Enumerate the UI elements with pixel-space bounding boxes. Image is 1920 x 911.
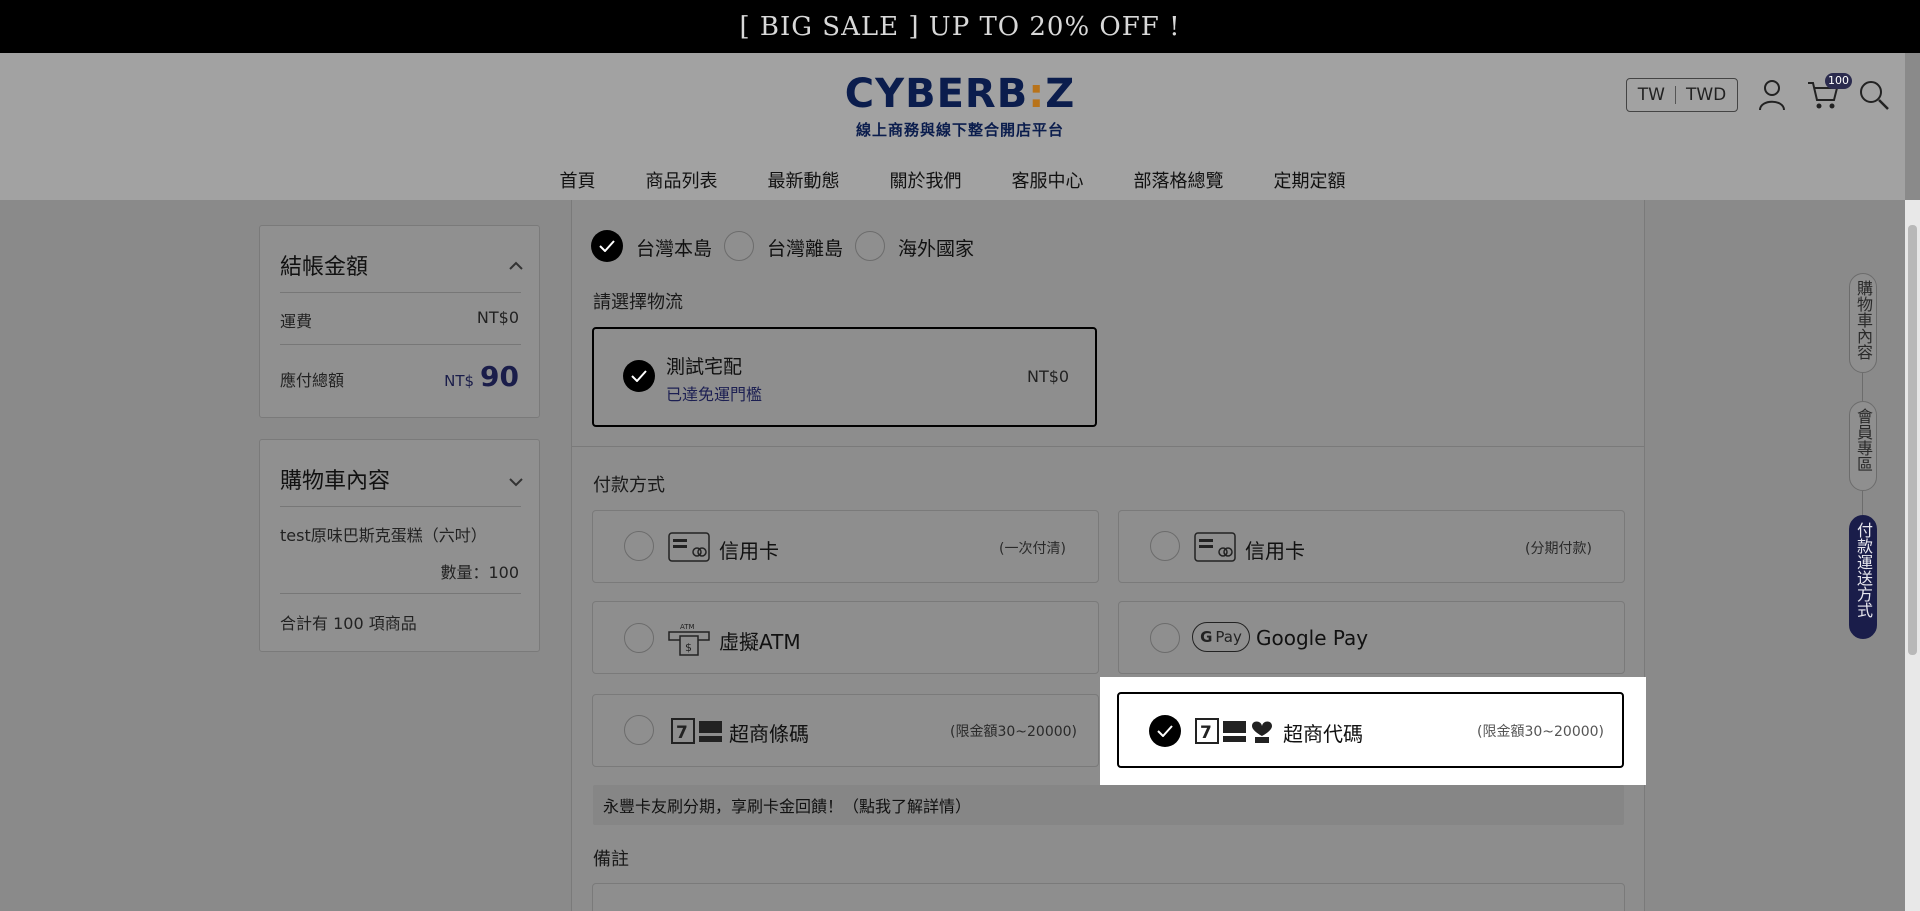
google-pay-icon: G Pay xyxy=(1192,622,1250,652)
svg-text:7: 7 xyxy=(676,723,688,743)
payment-label: 付款方式 xyxy=(593,475,665,496)
remark-textarea[interactable] xyxy=(592,883,1625,911)
cart-item-name: test原味巴斯克蛋糕（六吋） xyxy=(280,526,487,545)
total-currency: NT$ xyxy=(444,372,475,390)
site-header: CYBERB:Z 線上商務與線下整合開店平台 TW TWD 100 首頁 商品列… xyxy=(0,53,1905,200)
payment-note-cvs-code: (限金額30~20000) xyxy=(1477,724,1605,740)
google-g-icon: G xyxy=(1200,628,1213,646)
logistics-option-name: 測試宅配 xyxy=(666,356,743,378)
payment-radio-googlepay[interactable] xyxy=(1150,623,1180,653)
shipping-value: NT$0 xyxy=(476,308,519,327)
nav-item-products[interactable]: 商品列表 xyxy=(621,165,743,199)
logo-tagline: 線上商務與線下整合開店平台 xyxy=(855,121,1064,139)
payment-note-cvs-barcode: (限金額30~20000) xyxy=(950,724,1078,740)
language-currency-selector[interactable]: TW TWD xyxy=(1626,78,1738,112)
promo-text: 永豐卡友刷分期，享刷卡金回饋！（點我了解詳情） xyxy=(603,797,972,816)
payment-radio-cvs-barcode[interactable] xyxy=(624,715,654,745)
credit-card-icon xyxy=(668,532,710,566)
side-tab-member[interactable]: 會員專區 xyxy=(1849,401,1877,491)
total-label: 應付總額 xyxy=(280,371,345,390)
atm-icon: ATM $ xyxy=(668,622,710,660)
region-label-islands: 台灣離島 xyxy=(767,238,844,260)
currency-label: TWD xyxy=(1685,85,1727,105)
cart-icon[interactable]: 100 xyxy=(1805,73,1852,113)
cart-summary-card: 購物車內容 test原味巴斯克蛋糕（六吋） 數量：100 合計有 100 項商品 xyxy=(259,439,540,652)
checkout-summary-card: 結帳金額 運費 NT$0 應付總額 NT$ 90 xyxy=(259,225,540,418)
side-tab-member-label: 會員專區 xyxy=(1854,408,1873,472)
remark-label: 備註 xyxy=(593,849,629,870)
chevron-up-icon[interactable] xyxy=(509,256,523,275)
payment-note-credit-once: (一次付清) xyxy=(999,541,1066,557)
payment-name-cvs-barcode: 超商條碼 xyxy=(729,722,809,746)
language-label: TW xyxy=(1637,85,1665,105)
promo-banner-text: [ BIG SALE ] UP TO 20% OFF ! xyxy=(739,11,1181,42)
divider xyxy=(280,292,521,293)
divider xyxy=(280,506,521,507)
divider xyxy=(1862,373,1863,401)
nav-item-blog[interactable]: 部落格總覽 xyxy=(1109,165,1249,199)
region-radio-overseas[interactable] xyxy=(855,231,885,261)
nav-item-about[interactable]: 關於我們 xyxy=(865,165,987,199)
payment-name-googlepay: Google Pay xyxy=(1256,626,1369,650)
nav-item-support[interactable]: 客服中心 xyxy=(987,165,1109,199)
cart-total-count: 合計有 100 項商品 xyxy=(280,614,417,633)
side-tab-payment-label: 付款運送方式 xyxy=(1854,522,1873,618)
payment-radio-credit-installment[interactable] xyxy=(1150,531,1180,561)
payment-name-cvs-code: 超商代碼 xyxy=(1283,722,1363,746)
svg-text:$: $ xyxy=(685,641,692,654)
divider xyxy=(1674,86,1676,104)
payment-name-credit-once: 信用卡 xyxy=(719,539,779,563)
logo-wordmark: CYBERB:Z xyxy=(844,71,1076,117)
logistics-label: 請選擇物流 xyxy=(593,292,683,313)
shipping-label: 運費 xyxy=(280,312,313,331)
side-tab-cart[interactable]: 購物車內容 xyxy=(1849,273,1877,373)
svg-text:7: 7 xyxy=(1200,723,1212,743)
cart-item-qty: 數量：100 xyxy=(440,563,519,582)
region-radio-islands[interactable] xyxy=(724,231,754,261)
region-label-mainland: 台灣本島 xyxy=(636,238,713,260)
cart-count-badge: 100 xyxy=(1825,73,1852,89)
payment-radio-credit-once[interactable] xyxy=(624,531,654,561)
search-icon[interactable] xyxy=(1856,77,1892,113)
installment-promo-link[interactable]: 永豐卡友刷分期，享刷卡金回饋！（點我了解詳情） xyxy=(593,785,1624,825)
divider xyxy=(572,446,1644,447)
divider xyxy=(1862,491,1863,515)
total-value: 90 xyxy=(480,360,519,393)
payment-radio-atm[interactable] xyxy=(624,623,654,653)
payment-radio-cvs-code[interactable] xyxy=(1149,715,1181,747)
cart-summary-title: 購物車內容 xyxy=(280,469,391,494)
nav-item-home[interactable]: 首頁 xyxy=(535,165,621,199)
total-amount: NT$ 90 xyxy=(444,360,519,393)
logistics-radio[interactable] xyxy=(623,360,655,392)
checkout-summary-title: 結帳金額 xyxy=(280,255,369,280)
divider xyxy=(280,344,521,345)
user-icon[interactable] xyxy=(1754,77,1790,113)
payment-name-atm: 虛擬ATM xyxy=(719,630,801,654)
credit-card-icon xyxy=(1194,532,1236,566)
scrollbar-thumb[interactable] xyxy=(1908,225,1917,655)
svg-text:ATM: ATM xyxy=(680,623,695,631)
main-nav: 首頁 商品列表 最新動態 關於我們 客服中心 部落格總覽 定期定額 xyxy=(0,165,1905,199)
logistics-option-desc: 已達免運門檻 xyxy=(666,385,763,404)
payment-note-credit-installment: (分期付款) xyxy=(1525,541,1592,557)
nav-item-subscription[interactable]: 定期定額 xyxy=(1249,165,1371,199)
convenience-store-icon: 7 xyxy=(671,718,723,748)
nav-item-news[interactable]: 最新動態 xyxy=(743,165,865,199)
divider xyxy=(280,593,521,594)
site-logo[interactable]: CYBERB:Z 線上商務與線下整合開店平台 xyxy=(843,71,1077,140)
logistics-option-price: NT$0 xyxy=(1027,367,1070,386)
side-tab-payment-shipping[interactable]: 付款運送方式 xyxy=(1849,515,1877,639)
side-tab-cart-label: 購物車內容 xyxy=(1854,280,1873,360)
region-label-overseas: 海外國家 xyxy=(898,238,975,260)
region-radio-mainland[interactable] xyxy=(591,230,623,262)
promo-banner[interactable]: [ BIG SALE ] UP TO 20% OFF ! xyxy=(0,0,1920,53)
google-pay-badge-text: Pay xyxy=(1215,628,1242,646)
chevron-down-icon[interactable] xyxy=(509,472,523,491)
payment-name-credit-installment: 信用卡 xyxy=(1245,539,1305,563)
convenience-stores-icon: 7 xyxy=(1195,718,1275,748)
